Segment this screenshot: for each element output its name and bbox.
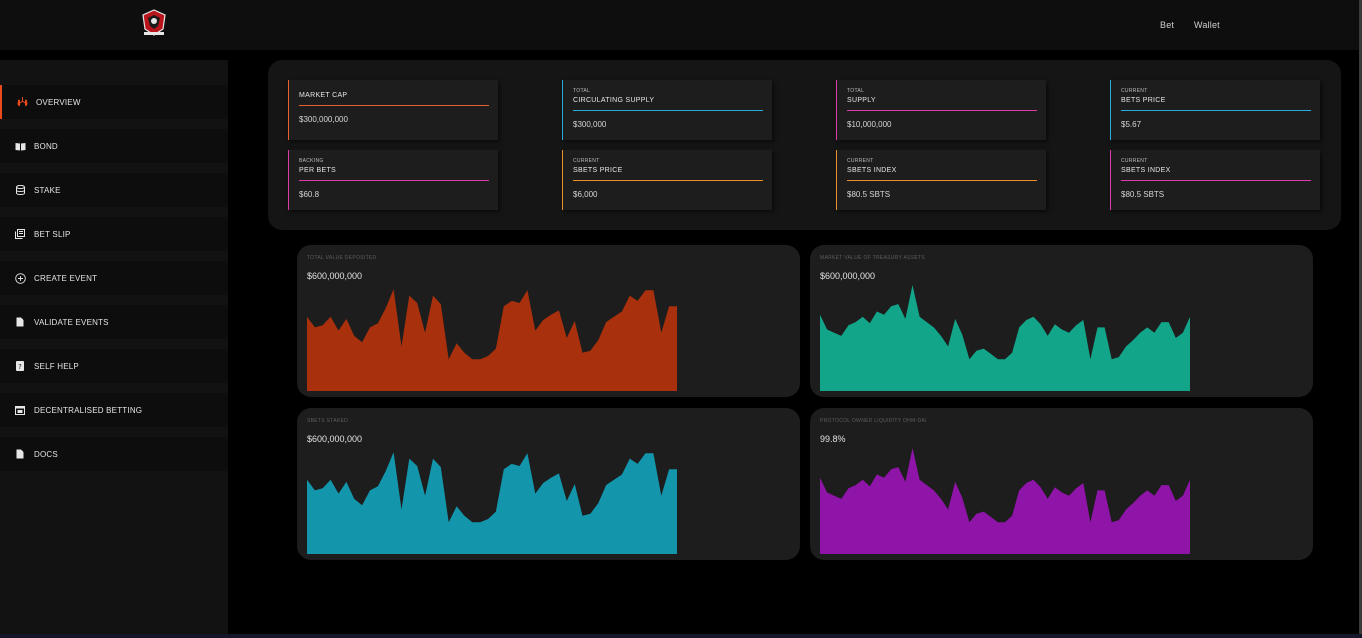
stat-title: PER BETS [299,167,337,174]
area-chart [307,452,677,554]
top-bar: Bet Wallet [0,0,1362,50]
stat-divider [299,105,489,106]
stat-card-sbets-price: CURRENT SBETS PRICE $6,000 [562,150,772,210]
chart-label: MARKET VALUE OF TREASURY ASSETS [820,255,925,261]
area-series [307,452,677,554]
document-icon [13,447,27,461]
stat-divider [573,110,763,111]
stat-value: $5.67 [1121,120,1142,129]
sidebar-item-label: OVERVIEW [36,97,81,107]
chart-total-value-deposited: TOTAL VALUE DEPOSITED $600,000,000 [297,245,800,397]
chart-value: $600,000,000 [820,271,876,281]
bets-logo[interactable] [139,8,169,38]
stat-card-market-cap: MARKET CAP $300,000,000 [288,80,498,140]
stat-title: SBETS PRICE [573,167,623,174]
stat-title: MARKET CAP [299,92,348,99]
book-icon [13,139,27,153]
nav-bet-link[interactable]: Bet [1160,20,1174,30]
stat-card-sbets-index: CURRENT SBETS INDEX $80.5 SBTS [836,150,1046,210]
sidebar-item-label: DOCS [34,449,58,459]
stat-card-sbets-index-2: CURRENT SBETS INDEX $80.5 SBTS [1110,150,1320,210]
stat-divider [1121,180,1311,181]
stat-divider [1121,110,1311,111]
cards-icon [13,227,27,241]
svg-text:?: ? [18,363,22,371]
stat-card-circulating-supply: TOTAL CIRCULATING SUPPLY $300,000 [562,80,772,140]
stat-divider [847,110,1037,111]
sidebar-item-label: BET SLIP [34,229,71,239]
sidebar-item-bet-slip[interactable]: BET SLIP [0,217,228,251]
chart-value: $600,000,000 [307,271,363,281]
stat-caption: CURRENT [847,158,874,164]
stat-value: $300,000 [573,120,607,129]
sidebar-item-label: STAKE [34,185,61,195]
stat-caption: TOTAL [847,88,865,94]
stat-caption: CURRENT [1121,88,1148,94]
area-series [307,289,677,391]
stat-card-total-supply: TOTAL SUPPLY $10,000,000 [836,80,1046,140]
sidebar-item-stake[interactable]: STAKE [0,173,228,207]
stat-value: $10,000,000 [847,120,892,129]
stats-panel: MARKET CAP $300,000,000 TOTAL CIRCULATIN… [268,60,1341,230]
stat-title: BETS PRICE [1121,97,1166,104]
stat-value: $300,000,000 [299,115,348,124]
area-chart [307,289,677,391]
chart-label: SBETS STAKED [307,418,349,424]
sidebar-item-self-help[interactable]: ? SELF HELP [0,349,228,383]
sidebar-item-create-event[interactable]: CREATE EVENT [0,261,228,295]
stat-caption: BACKING [299,158,324,164]
stat-title: SUPPLY [847,97,876,104]
chart-label: TOTAL VALUE DEPOSITED [307,255,377,261]
sidebar-item-label: BOND [34,141,58,151]
chart-sbets-staked: SBETS STAKED $600,000,000 [297,408,800,560]
stat-caption: CURRENT [1121,158,1148,164]
sidebar-item-decentralised-betting[interactable]: DECENTRALISED BETTING [0,393,228,427]
nav-wallet-link[interactable]: Wallet [1194,20,1220,30]
sidebar-item-label: CREATE EVENT [34,273,98,283]
stat-divider [573,180,763,181]
chart-label: PROTOCOL OWNED LIQUIDITY OHM-DAI [820,418,927,424]
stat-caption: CURRENT [573,158,600,164]
stat-divider [847,180,1037,181]
plus-circle-icon [13,271,27,285]
sidebar-item-bond[interactable]: BOND [0,129,228,163]
question-icon: ? [13,359,27,373]
area-series [820,285,1190,391]
lungs-icon [15,95,29,109]
sidebar-item-label: SELF HELP [34,361,79,371]
stat-value: $6,000 [573,190,598,199]
bottom-edge [0,634,1362,638]
database-icon [13,183,27,197]
document-icon [13,315,27,329]
stat-value: $80.5 SBTS [847,190,891,199]
sidebar-item-validate-events[interactable]: VALIDATE EVENTS [0,305,228,339]
stat-caption: TOTAL [573,88,591,94]
sidebar-item-docs[interactable]: DOCS [0,437,228,471]
stat-card-bets-price: CURRENT BETS PRICE $5.67 [1110,80,1320,140]
sidebar: OVERVIEW BOND STAKE BET SLIP CREATE EVEN… [0,60,228,638]
stat-card-backing-per-bets: BACKING PER BETS $60.8 [288,150,498,210]
sidebar-item-overview[interactable]: OVERVIEW [0,85,228,119]
stat-divider [299,180,489,181]
chart-market-value-treasury: MARKET VALUE OF TREASURY ASSETS $600,000… [810,245,1313,397]
sidebar-item-label: DECENTRALISED BETTING [34,405,143,415]
area-chart [820,448,1190,554]
sidebar-item-label: VALIDATE EVENTS [34,317,109,327]
calendar-icon [13,403,27,417]
stat-value: $80.5 SBTS [1121,190,1165,199]
stat-value: $60.8 [299,190,320,199]
stat-title: CIRCULATING SUPPLY [573,97,655,104]
chart-protocol-owned-liquidity: PROTOCOL OWNED LIQUIDITY OHM-DAI 99.8% [810,408,1313,560]
stat-title: SBETS INDEX [847,167,897,174]
area-chart [820,285,1190,391]
area-series [820,448,1190,554]
chart-value: 99.8% [820,434,846,444]
stat-title: SBETS INDEX [1121,167,1171,174]
chart-value: $600,000,000 [307,434,363,444]
